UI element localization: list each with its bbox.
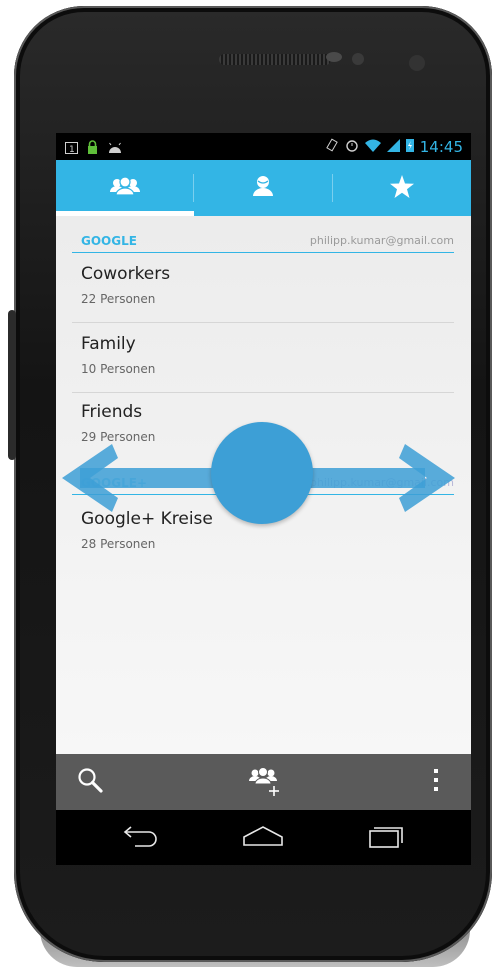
group-count: 29 Personen	[81, 430, 156, 444]
group-name: Family	[81, 334, 136, 354]
tab-contacts[interactable]	[194, 160, 333, 216]
group-count: 22 Personen	[81, 292, 156, 306]
back-icon	[121, 824, 161, 852]
light-sensor	[352, 53, 364, 65]
tab-favorites[interactable]	[333, 160, 471, 216]
group-name: Google+ Kreise	[81, 509, 213, 529]
list-item[interactable]: Coworkers 22 Personen	[72, 253, 454, 323]
groups-icon	[108, 175, 142, 201]
group-name: Friends	[81, 402, 143, 422]
overflow-menu-icon	[433, 768, 439, 796]
section-header-google: GOOGLE philipp.kumar@gmail.com	[72, 222, 454, 253]
bottom-action-bar	[56, 754, 471, 810]
earpiece-speaker	[219, 54, 331, 65]
overflow-menu-button[interactable]	[421, 764, 451, 800]
home-button[interactable]	[233, 820, 293, 856]
add-group-icon	[246, 765, 282, 801]
vibrate-icon	[325, 138, 339, 156]
status-bar: 1 14:45	[56, 133, 471, 160]
clock-text: 14:45	[419, 138, 463, 156]
add-group-button[interactable]	[241, 764, 287, 802]
section-title: GOOGLE+	[81, 476, 147, 490]
volume-button	[8, 310, 16, 460]
tab-bar	[56, 160, 471, 216]
recent-apps-icon	[366, 823, 406, 853]
section-account: philipp.kumar@gmail.com	[309, 234, 454, 247]
tab-groups[interactable]	[56, 160, 195, 216]
group-count: 28 Personen	[81, 537, 156, 551]
android-notification-icon	[107, 139, 123, 158]
section-title: GOOGLE	[81, 234, 137, 248]
navigation-bar	[56, 810, 471, 865]
home-icon	[242, 825, 284, 851]
svg-text:1: 1	[69, 145, 75, 154]
group-name: Coworkers	[81, 264, 171, 284]
wifi-icon	[364, 139, 381, 156]
star-icon	[389, 174, 414, 202]
list-item[interactable]: Family 10 Personen	[72, 323, 454, 393]
touch-point-indicator	[211, 422, 313, 524]
lock-notification-icon	[87, 139, 98, 158]
proximity-sensor	[326, 52, 342, 62]
recent-apps-button[interactable]	[356, 820, 416, 856]
calendar-notification-icon: 1	[65, 139, 78, 158]
group-count: 10 Personen	[81, 362, 156, 376]
back-button[interactable]	[111, 820, 171, 856]
search-button[interactable]	[68, 764, 112, 800]
section-account: philipp.kumar@gmail.com	[309, 476, 454, 489]
alarm-icon	[345, 138, 359, 156]
battery-icon	[405, 138, 414, 156]
front-camera	[409, 55, 425, 71]
person-icon	[252, 175, 274, 201]
search-icon	[77, 767, 103, 797]
signal-icon	[386, 138, 400, 156]
